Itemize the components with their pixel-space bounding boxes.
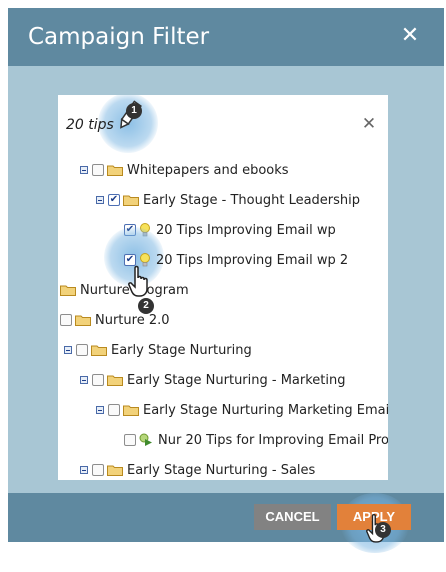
- collapse-icon[interactable]: [80, 376, 88, 384]
- folder-icon: [107, 165, 123, 176]
- tree-item-label: Early Stage Nurturing - Sales: [127, 462, 316, 478]
- tree-checkbox[interactable]: [92, 164, 104, 176]
- tree-item[interactable]: Early Stage Nurturing Marketing Email: [96, 395, 388, 425]
- search-input[interactable]: [66, 114, 326, 136]
- tree-checkbox[interactable]: [92, 374, 104, 386]
- tree-item-label: 20 Tips Improving Email wp: [156, 222, 336, 238]
- tree-checkbox[interactable]: [124, 434, 136, 446]
- tree-item-label: Nur 20 Tips for Improving Email Program: [158, 432, 388, 448]
- step-2-badge: 2: [138, 298, 154, 314]
- tree-item[interactable]: Nur 20 Tips for Improving Email Program: [124, 425, 388, 455]
- tree-item[interactable]: ✔ 20 Tips Improving Email wp 2: [124, 245, 348, 275]
- folder-icon: [123, 195, 139, 206]
- folder-icon: [75, 315, 91, 326]
- cancel-button[interactable]: CANCEL: [254, 504, 331, 530]
- tree-item[interactable]: Early Stage Nurturing - Sales: [80, 455, 315, 480]
- collapse-icon[interactable]: [80, 466, 88, 474]
- tree-checkbox[interactable]: [60, 314, 72, 326]
- folder-icon: [107, 465, 123, 476]
- clear-search-icon[interactable]: ✕: [360, 114, 378, 134]
- tree-item[interactable]: Whitepapers and ebooks: [80, 155, 289, 185]
- tree-checkbox[interactable]: [108, 404, 120, 416]
- collapse-icon[interactable]: [80, 166, 88, 174]
- folder-icon: [60, 285, 76, 296]
- tree-item-label: Whitepapers and ebooks: [127, 162, 289, 178]
- tree-item-label: Early Stage Nurturing Marketing Email: [143, 402, 388, 418]
- search-row: 1 ✕: [58, 95, 388, 153]
- collapse-icon[interactable]: [96, 196, 104, 204]
- tree-checkbox[interactable]: [92, 464, 104, 476]
- tree-checkbox[interactable]: ✔: [108, 194, 120, 206]
- folder-icon: [107, 375, 123, 386]
- tree-item[interactable]: Nurture Program: [60, 275, 189, 305]
- step-3-badge: 3: [375, 522, 391, 538]
- tree-item-label: Early Stage - Thought Leadership: [143, 192, 361, 208]
- tree-item-label: 20 Tips Improving Email wp 2: [156, 252, 349, 268]
- tree-item-label: Nurture 2.0: [95, 312, 170, 328]
- dialog-title: Campaign Filter: [28, 24, 210, 50]
- tree-item-label: Early Stage Nurturing - Marketing: [127, 372, 346, 388]
- tree-item[interactable]: ✔ Early Stage - Thought Leadership: [96, 185, 360, 215]
- dialog-header: Campaign Filter ✕: [8, 8, 444, 66]
- dialog-footer: CANCEL APPLY 3: [8, 493, 444, 553]
- tree-checkbox[interactable]: [76, 344, 88, 356]
- folder-icon: [123, 405, 139, 416]
- filter-panel: 1 ✕ Whitepapers and ebooks ✔ Early Stage…: [58, 95, 388, 480]
- arrow-icon: [139, 433, 152, 446]
- step-1-badge: 1: [126, 103, 142, 119]
- hand-cursor-icon: [128, 265, 148, 297]
- tree-item-label: Early Stage Nurturing: [111, 342, 252, 358]
- close-icon[interactable]: ✕: [398, 24, 422, 48]
- collapse-icon[interactable]: [64, 346, 72, 354]
- tree-item[interactable]: Early Stage Nurturing: [64, 335, 252, 365]
- campaign-filter-dialog: Campaign Filter ✕ 1 ✕ Whitepapers and eb…: [8, 8, 444, 553]
- tree-item[interactable]: Early Stage Nurturing - Marketing: [80, 365, 346, 395]
- collapse-icon[interactable]: [96, 406, 104, 414]
- folder-icon: [91, 345, 107, 356]
